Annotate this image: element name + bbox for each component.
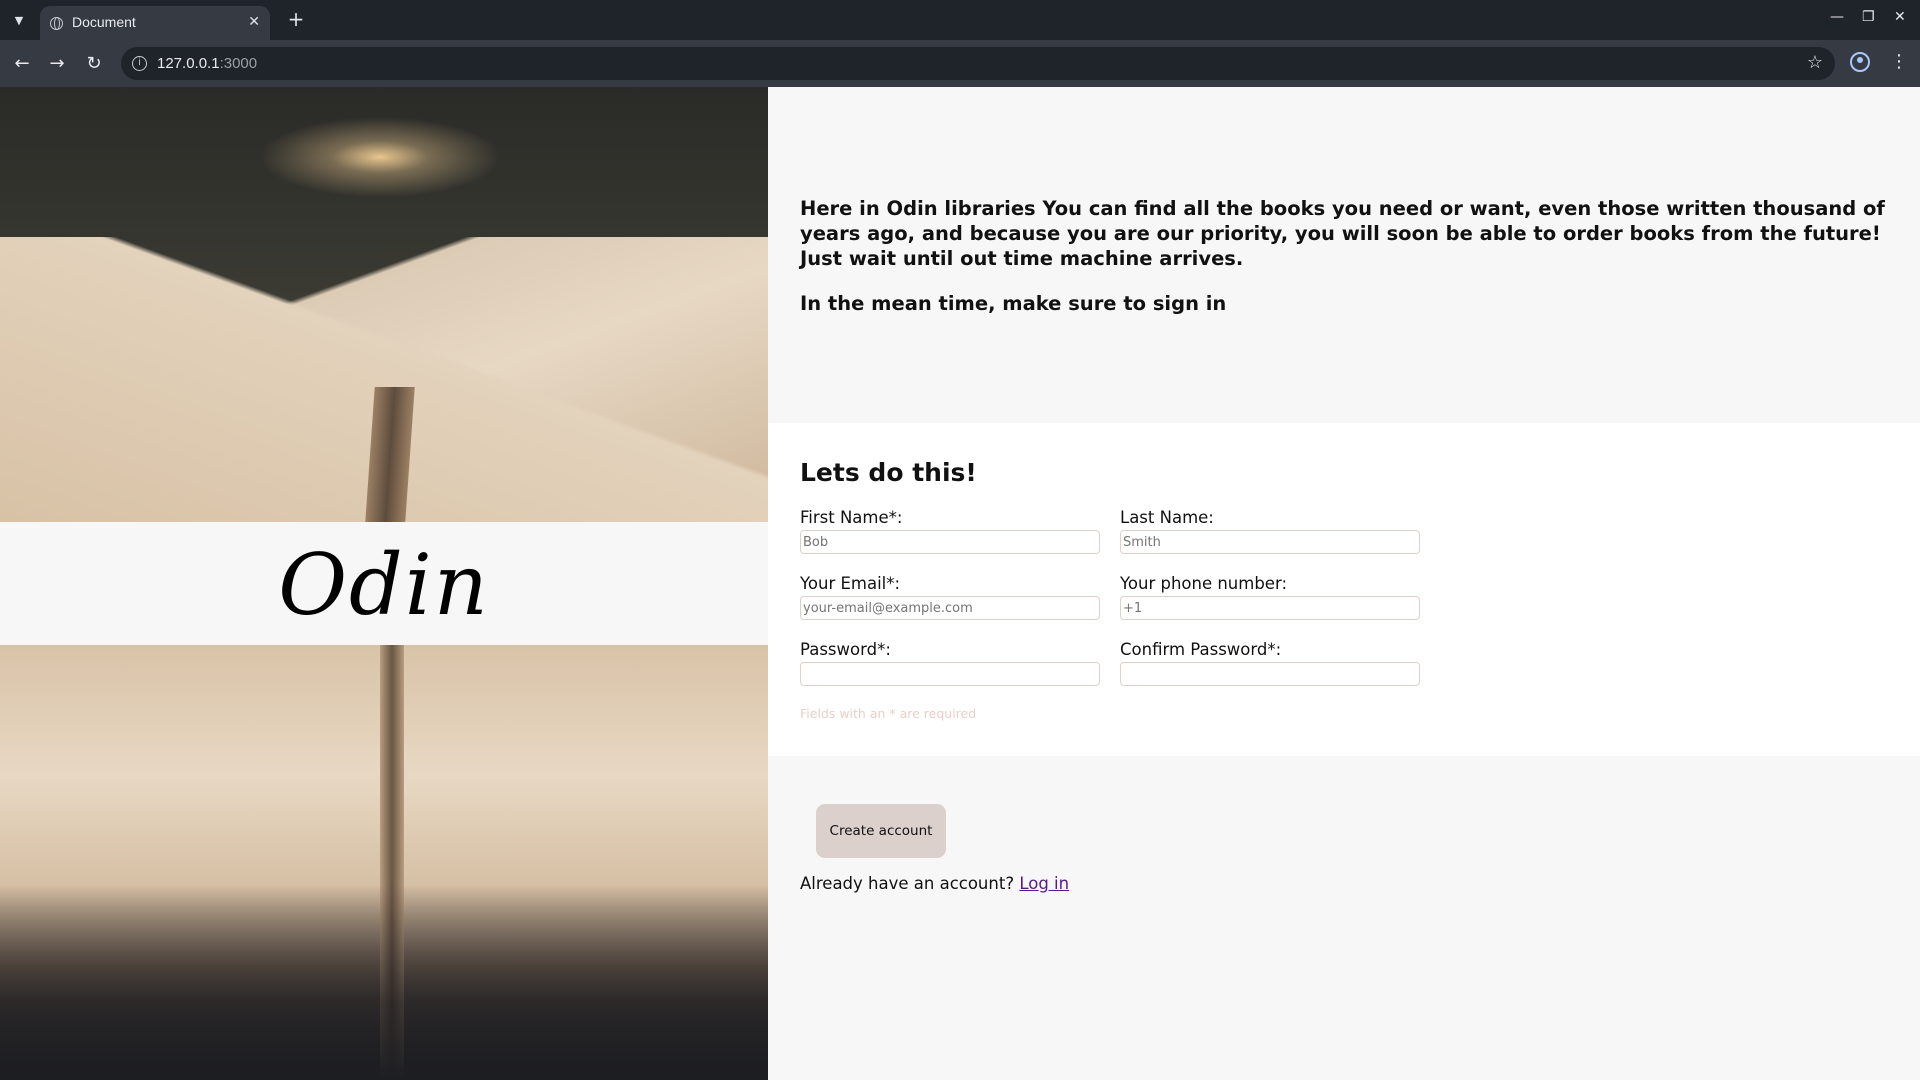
window-close-icon[interactable]: ✕ (1894, 9, 1906, 25)
phone-input[interactable] (1120, 596, 1420, 620)
password-label: Password*: (800, 640, 891, 659)
confirm-password-group: Confirm Password*: (1120, 639, 1420, 686)
minimize-icon[interactable]: — (1830, 9, 1844, 25)
browser-tab[interactable]: Document ✕ (40, 6, 270, 40)
required-fields-note: Fields with an * are required (800, 706, 977, 721)
form-heading: Lets do this! (800, 458, 977, 487)
intro-section: Here in Odin libraries You can find all … (768, 87, 1920, 423)
browser-toolbar: ← → ↻ i 127.0.0.1:3000 ☆ ⋮ (0, 40, 1920, 87)
confirm-password-input[interactable] (1120, 662, 1420, 686)
hero-book-image: Odin (0, 87, 768, 1080)
first-name-label: First Name*: (800, 508, 903, 527)
brand-band: Odin (0, 522, 768, 645)
login-prompt: Already have an account? Log in (800, 874, 1069, 893)
globe-icon (50, 17, 63, 30)
phone-label: Your phone number: (1120, 574, 1288, 593)
last-name-label: Last Name: (1120, 508, 1214, 527)
last-name-group: Last Name: (1120, 507, 1420, 554)
intro-paragraph: Here in Odin libraries You can find all … (800, 197, 1885, 270)
email-group: Your Email*: (800, 573, 1100, 620)
login-link[interactable]: Log in (1019, 874, 1069, 893)
email-input[interactable] (800, 596, 1100, 620)
site-info-icon[interactable]: i (132, 56, 147, 71)
login-prompt-text: Already have an account? (800, 874, 1015, 893)
bookmark-star-icon[interactable]: ☆ (1807, 52, 1823, 73)
confirm-password-label: Confirm Password*: (1120, 640, 1282, 659)
tab-list-chevron-icon[interactable]: ▼ (8, 10, 30, 32)
kebab-menu-icon[interactable]: ⋮ (1890, 51, 1908, 72)
actions-section: Create account Already have an account? … (768, 756, 1920, 1080)
first-name-group: First Name*: (800, 507, 1100, 554)
restore-icon[interactable]: ❐ (1862, 9, 1875, 25)
password-input[interactable] (800, 662, 1100, 686)
url-host: 127.0.0.1 (157, 55, 220, 72)
browser-tab-bar: ▼ Document ✕ + — ❐ ✕ (0, 0, 1920, 40)
create-account-button[interactable]: Create account (816, 804, 946, 858)
page: Odin Here in Odin libraries You can find… (0, 87, 1920, 1080)
new-tab-plus-icon[interactable]: + (284, 8, 308, 32)
phone-group: Your phone number: (1120, 573, 1420, 620)
signup-form: Lets do this! First Name*: Last Name: Yo… (768, 423, 1920, 756)
address-bar[interactable]: i 127.0.0.1:3000 ☆ (121, 47, 1835, 80)
reload-icon[interactable]: ↻ (82, 52, 106, 76)
url-text[interactable]: 127.0.0.1:3000 (157, 55, 257, 72)
forward-arrow-icon[interactable]: → (45, 52, 69, 76)
tab-title: Document (72, 14, 136, 30)
last-name-input[interactable] (1120, 530, 1420, 554)
intro-signin-prompt: In the mean time, make sure to sign in (800, 292, 1227, 315)
password-group: Password*: (800, 639, 1100, 686)
url-port: :3000 (219, 55, 258, 72)
book-pages-bottom (0, 645, 768, 1080)
back-arrow-icon[interactable]: ← (10, 52, 34, 76)
email-label: Your Email*: (800, 574, 901, 593)
tab-close-icon[interactable]: ✕ (248, 14, 260, 30)
brand-logo: Odin (278, 536, 490, 634)
profile-avatar-icon[interactable] (1850, 52, 1870, 72)
first-name-input[interactable] (800, 530, 1100, 554)
